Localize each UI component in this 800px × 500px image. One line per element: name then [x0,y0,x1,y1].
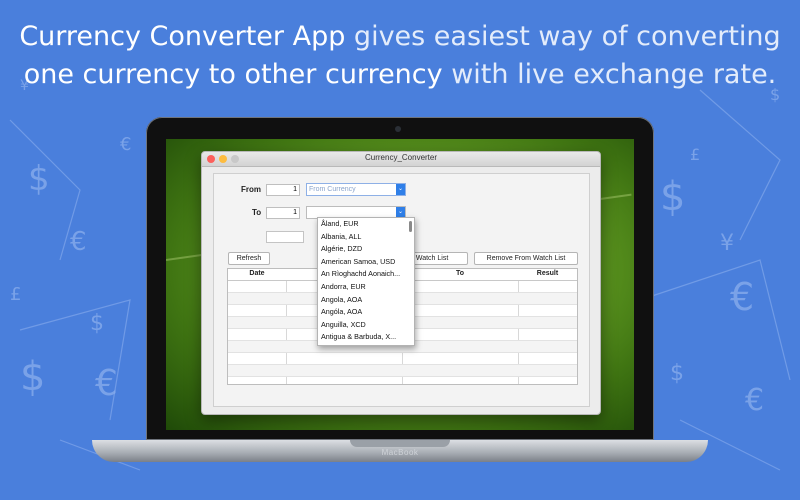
svg-text:€: € [95,363,118,404]
from-currency-placeholder: From Currency [309,186,356,193]
to-amount-field[interactable]: 1 [266,207,300,219]
from-amount-field[interactable]: 1 [266,184,300,196]
column-header-result[interactable]: Result [518,270,577,277]
headline-line-2-strong: one currency to other currency [23,59,443,90]
svg-text:€: € [745,383,764,418]
svg-text:£: £ [690,145,700,164]
svg-text:€: € [120,134,131,155]
headline: Currency Converter App gives easiest way… [0,18,800,94]
headline-line-2: one currency to other currency with live… [0,56,800,94]
headline-line-1-strong: Currency Converter App [19,21,346,52]
app-window: Currency_Converter From 1 From Currency … [201,151,601,415]
dropdown-option[interactable]: American Samoa, USD [318,256,414,269]
chevron-down-icon: ⌄ [396,184,405,195]
svg-text:£: £ [10,284,21,305]
headline-line-1: Currency Converter App gives easiest way… [0,18,800,56]
svg-text:$: $ [90,311,104,336]
dropdown-option[interactable]: Åland, EUR [318,218,414,231]
headline-line-2-rest: with live exchange rate. [442,59,777,90]
window-title: Currency_Converter [364,153,438,162]
headline-line-1-rest: gives easiest way of converting [345,21,781,52]
svg-text:$: $ [28,159,50,199]
dropdown-scrollbar[interactable] [409,221,412,232]
dropdown-option[interactable]: Angola, AOA [318,294,414,307]
svg-text:$: $ [670,361,684,386]
laptop-lid: Currency_Converter From 1 From Currency … [146,117,654,440]
dropdown-option[interactable]: Albania, ALL [318,231,414,244]
svg-text:$: $ [20,354,45,400]
from-label: From [241,185,261,194]
svg-text:$: $ [660,174,685,220]
converted-result-field[interactable] [266,231,304,243]
column-header-to[interactable]: To [402,270,518,277]
dropdown-option[interactable]: Andorra, EUR [318,281,414,294]
dropdown-option[interactable]: Algérie, DZD [318,243,414,256]
dropdown-option[interactable]: Angóla, AOA [318,306,414,319]
svg-text:¥: ¥ [720,231,734,256]
laptop-notch [350,440,450,447]
converter-panel: From 1 From Currency ⌄ To 1 ⌄ Refresh Ad… [213,173,590,407]
remove-from-watch-list-button[interactable]: Remove From Watch List [474,252,578,265]
refresh-button[interactable]: Refresh [228,252,270,265]
laptop-screen: Currency_Converter From 1 From Currency … [166,139,634,430]
to-label: To [252,208,262,217]
camera-icon [395,126,401,132]
dropdown-option[interactable]: An Rìoghachd Aonaich... [318,268,414,281]
from-currency-select[interactable]: From Currency ⌄ [306,183,406,196]
table-row[interactable] [228,365,577,377]
svg-text:€: € [70,227,87,257]
dropdown-option[interactable]: Antigua & Barbuda, X... [318,331,414,344]
currency-dropdown-list[interactable]: Åland, EUR Albania, ALL Algérie, DZD Ame… [317,217,415,346]
table-row[interactable] [228,377,577,384]
window-titlebar[interactable]: Currency_Converter [202,152,600,167]
column-header-date[interactable]: Date [228,270,286,277]
dropdown-option[interactable]: Anguilla, XCD [318,319,414,332]
svg-text:€: € [730,275,754,319]
laptop-brand-label: MacBook [381,448,419,457]
table-row[interactable] [228,353,577,365]
